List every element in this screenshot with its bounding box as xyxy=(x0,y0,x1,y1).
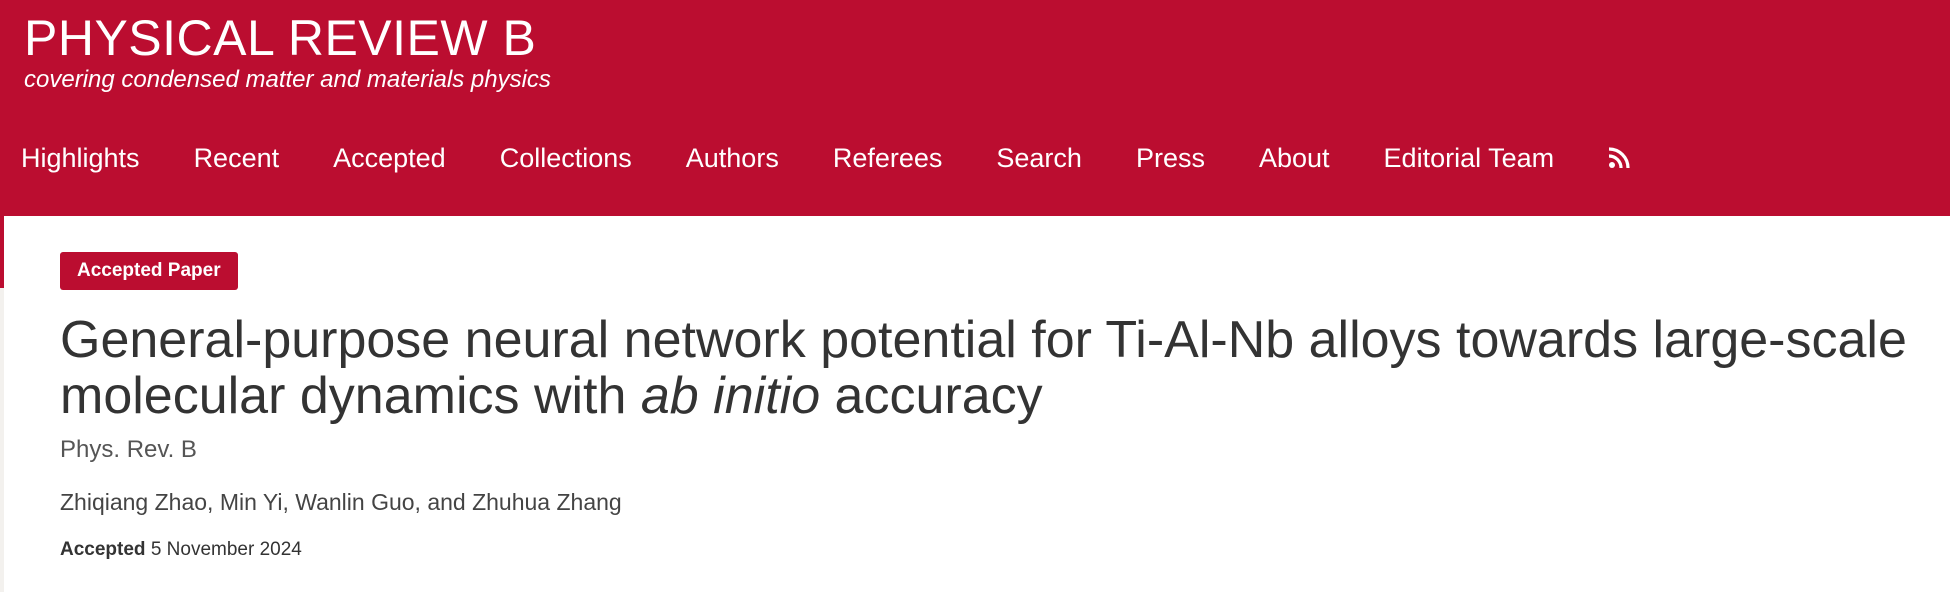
paper-title-italic: ab initio xyxy=(640,367,821,425)
nav-item-referees[interactable]: Referees xyxy=(812,136,976,180)
accepted-date-line: Accepted 5 November 2024 xyxy=(60,534,302,566)
paper-title: General-purpose neural network potential… xyxy=(60,312,1920,424)
journal-tagline: covering condensed matter and materials … xyxy=(24,66,551,93)
left-gutter-inner xyxy=(4,216,24,592)
rss-icon[interactable] xyxy=(1608,147,1630,169)
nav-item-editorial-team[interactable]: Editorial Team xyxy=(1363,136,1588,180)
nav-item-search[interactable]: Search xyxy=(975,136,1115,180)
nav-item-accepted[interactable]: Accepted xyxy=(312,136,479,180)
accepted-date: 5 November 2024 xyxy=(150,539,302,560)
accepted-paper-badge: Accepted Paper xyxy=(60,252,238,290)
accepted-label: Accepted xyxy=(60,539,146,560)
nav-item-about[interactable]: About xyxy=(1238,136,1363,180)
nav-item-highlights[interactable]: Highlights xyxy=(0,136,173,180)
nav-item-recent[interactable]: Recent xyxy=(173,136,313,180)
nav-item-press[interactable]: Press xyxy=(1115,136,1238,180)
paper-title-part2: accuracy xyxy=(820,367,1043,425)
author-list: Zhiqiang Zhao, Min Yi, Wanlin Guo, and Z… xyxy=(60,489,622,515)
journal-title[interactable]: PHYSICAL REVIEW B xyxy=(24,8,536,68)
journal-reference: Phys. Rev. B xyxy=(60,436,197,463)
site-header: PHYSICAL REVIEW B covering condensed mat… xyxy=(0,0,1950,216)
main-nav: Highlights Recent Accepted Collections A… xyxy=(0,136,1630,180)
nav-item-collections[interactable]: Collections xyxy=(479,136,665,180)
nav-item-authors[interactable]: Authors xyxy=(665,136,812,180)
